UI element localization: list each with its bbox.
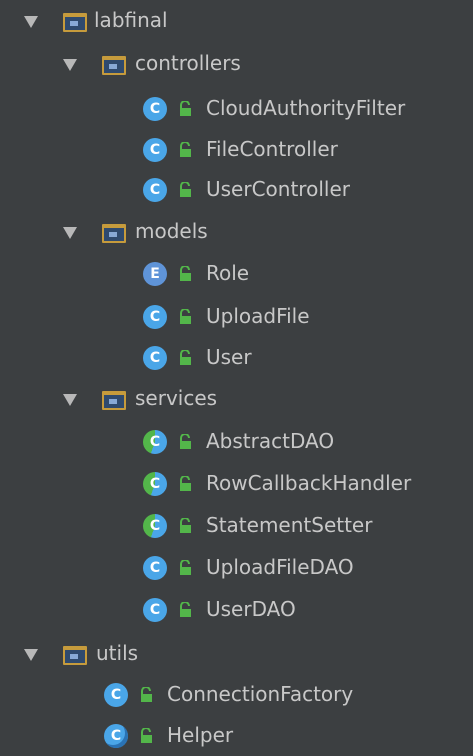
- special-class-icon: C: [104, 724, 128, 748]
- class-icon: C: [143, 598, 167, 622]
- abstract-class-icon: C: [143, 514, 167, 538]
- abstract-class-icon: C: [143, 472, 167, 496]
- expand-arrow-icon[interactable]: [63, 227, 77, 239]
- tree-node-label: Role: [206, 261, 250, 285]
- package-folder-icon: [102, 391, 126, 410]
- tree-node-label: CloudAuthorityFilter: [206, 96, 406, 120]
- lock-icon: [180, 518, 191, 533]
- lock-icon: [180, 476, 191, 491]
- tree-node-label: User: [206, 345, 252, 369]
- package-folder-icon: [102, 224, 126, 243]
- tree-node-class[interactable]: C User: [0, 338, 473, 378]
- project-tree: labfinal controllers C CloudAuthorityFil…: [0, 0, 473, 756]
- lock-icon: [180, 182, 191, 197]
- tree-node-enum[interactable]: E Role: [0, 254, 473, 294]
- expand-arrow-icon[interactable]: [24, 649, 38, 661]
- class-icon: C: [143, 178, 167, 202]
- tree-node-label: models: [135, 219, 208, 243]
- class-icon: C: [104, 683, 128, 707]
- expand-arrow-icon[interactable]: [24, 16, 38, 28]
- tree-node-class[interactable]: C UserController: [0, 170, 473, 210]
- tree-node-class[interactable]: C UploadFile: [0, 297, 473, 337]
- tree-node-class[interactable]: C ConnectionFactory: [0, 675, 473, 715]
- tree-node-label: RowCallbackHandler: [206, 471, 412, 495]
- tree-node-models[interactable]: models: [0, 212, 473, 252]
- tree-node-label: StatementSetter: [206, 513, 373, 537]
- class-icon: C: [143, 556, 167, 580]
- package-folder-icon: [63, 13, 87, 32]
- enum-icon: E: [143, 262, 167, 286]
- tree-node-class[interactable]: C FileController: [0, 130, 473, 170]
- tree-node-class[interactable]: C Helper: [0, 716, 473, 756]
- lock-icon: [180, 142, 191, 157]
- expand-arrow-icon[interactable]: [63, 394, 77, 406]
- tree-node-label: Helper: [167, 723, 234, 747]
- class-icon: C: [143, 138, 167, 162]
- tree-node-abstract-class[interactable]: C RowCallbackHandler: [0, 464, 473, 504]
- package-folder-icon: [63, 646, 87, 665]
- lock-icon: [180, 560, 191, 575]
- class-icon: C: [143, 305, 167, 329]
- lock-icon: [180, 434, 191, 449]
- lock-icon: [141, 687, 152, 702]
- tree-node-class[interactable]: C UploadFileDAO: [0, 548, 473, 588]
- tree-node-label: labfinal: [94, 8, 168, 32]
- tree-node-services[interactable]: services: [0, 379, 473, 419]
- tree-node-label: UploadFile: [206, 304, 310, 328]
- tree-node-controllers[interactable]: controllers: [0, 44, 473, 84]
- tree-node-label: controllers: [135, 51, 241, 75]
- tree-node-label: UserController: [206, 177, 350, 201]
- class-icon: C: [143, 97, 167, 121]
- tree-node-class[interactable]: C UserDAO: [0, 590, 473, 630]
- lock-icon: [141, 728, 152, 743]
- tree-node-label: ConnectionFactory: [167, 682, 354, 706]
- tree-node-class[interactable]: C CloudAuthorityFilter: [0, 89, 473, 129]
- lock-icon: [180, 266, 191, 281]
- lock-icon: [180, 101, 191, 116]
- tree-node-utils[interactable]: utils: [0, 634, 473, 674]
- lock-icon: [180, 309, 191, 324]
- tree-node-abstract-class[interactable]: C StatementSetter: [0, 506, 473, 546]
- tree-node-label: AbstractDAO: [206, 429, 335, 453]
- tree-node-label: UploadFileDAO: [206, 555, 354, 579]
- tree-node-label: services: [135, 386, 218, 410]
- tree-node-label: utils: [96, 641, 139, 665]
- tree-node-abstract-class[interactable]: C AbstractDAO: [0, 422, 473, 462]
- lock-icon: [180, 350, 191, 365]
- tree-node-label: UserDAO: [206, 597, 296, 621]
- tree-node-labfinal[interactable]: labfinal: [0, 2, 473, 42]
- class-icon: C: [143, 346, 167, 370]
- lock-icon: [180, 602, 191, 617]
- abstract-class-icon: C: [143, 430, 167, 454]
- package-folder-icon: [102, 56, 126, 75]
- expand-arrow-icon[interactable]: [63, 59, 77, 71]
- tree-node-label: FileController: [206, 137, 338, 161]
